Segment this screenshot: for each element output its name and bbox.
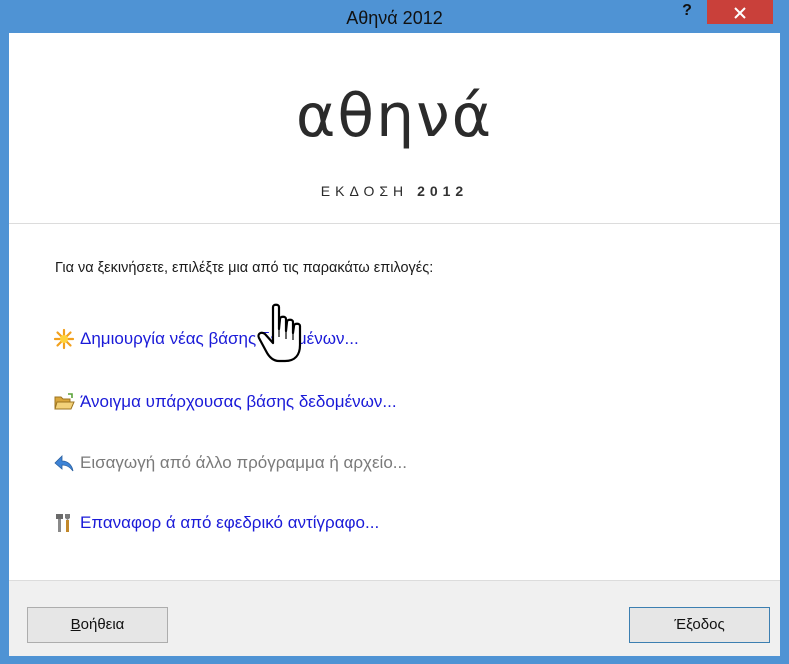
exit-button[interactable]: Έξοδος bbox=[629, 607, 770, 643]
import-arrow-icon bbox=[53, 452, 75, 474]
option-open-database[interactable]: Άνοιγμα υπάρχουσας βάσης δεδομένων... bbox=[53, 390, 397, 414]
edition-word: ΕΚΔΟΣΗ bbox=[320, 183, 409, 199]
edition-label: ΕΚΔΟΣΗ 2012 bbox=[9, 183, 780, 199]
dialog-body: αθηνά ΕΚΔΟΣΗ 2012 Για να ξεκινήσετε, επι… bbox=[9, 33, 780, 656]
option-import-data[interactable]: Εισαγωγή από άλλο πρόγραμμα ή αρχείο... bbox=[53, 451, 407, 475]
title-bar[interactable]: Αθηνά 2012 ? bbox=[0, 0, 789, 33]
edition-year: 2012 bbox=[417, 183, 469, 199]
app-logo: αθηνά bbox=[295, 81, 494, 151]
option-create-database[interactable]: Δημιουργία νέας βάσης δεδομένων... bbox=[53, 327, 359, 351]
help-button-label: οήθεια bbox=[80, 616, 125, 633]
option-label: Άνοιγμα υπάρχουσας βάσης δεδομένων... bbox=[80, 392, 397, 411]
option-restore-backup[interactable]: Επαναφορ ά από εφεδρικό αντίγραφο... bbox=[53, 511, 379, 535]
close-button[interactable] bbox=[707, 0, 773, 24]
button-bar: Βοήθεια Έξοδος bbox=[9, 580, 780, 656]
close-icon bbox=[734, 7, 746, 19]
open-folder-icon bbox=[53, 391, 75, 413]
main-window: Αθηνά 2012 ? αθηνά ΕΚΔΟΣΗ 2012 Για να ξε… bbox=[0, 0, 789, 664]
hand-cursor-icon bbox=[255, 303, 311, 372]
help-title-button[interactable]: ? bbox=[671, 0, 703, 24]
tools-icon bbox=[53, 512, 75, 534]
help-button[interactable]: Βοήθεια bbox=[27, 607, 168, 643]
option-label: Δημιουργία νέας βάσης δεδομένων... bbox=[80, 329, 359, 348]
header-banner: αθηνά ΕΚΔΟΣΗ 2012 bbox=[9, 33, 780, 224]
sparkle-icon bbox=[53, 328, 75, 350]
instructions-text: Για να ξεκινήσετε, επιλέξτε μια από τις … bbox=[55, 260, 434, 276]
option-label: Εισαγωγή από άλλο πρόγραμμα ή αρχείο... bbox=[80, 453, 407, 472]
option-label: Επαναφορ ά από εφεδρικό αντίγραφο... bbox=[80, 513, 380, 532]
help-button-accesskey: Β bbox=[70, 616, 81, 633]
